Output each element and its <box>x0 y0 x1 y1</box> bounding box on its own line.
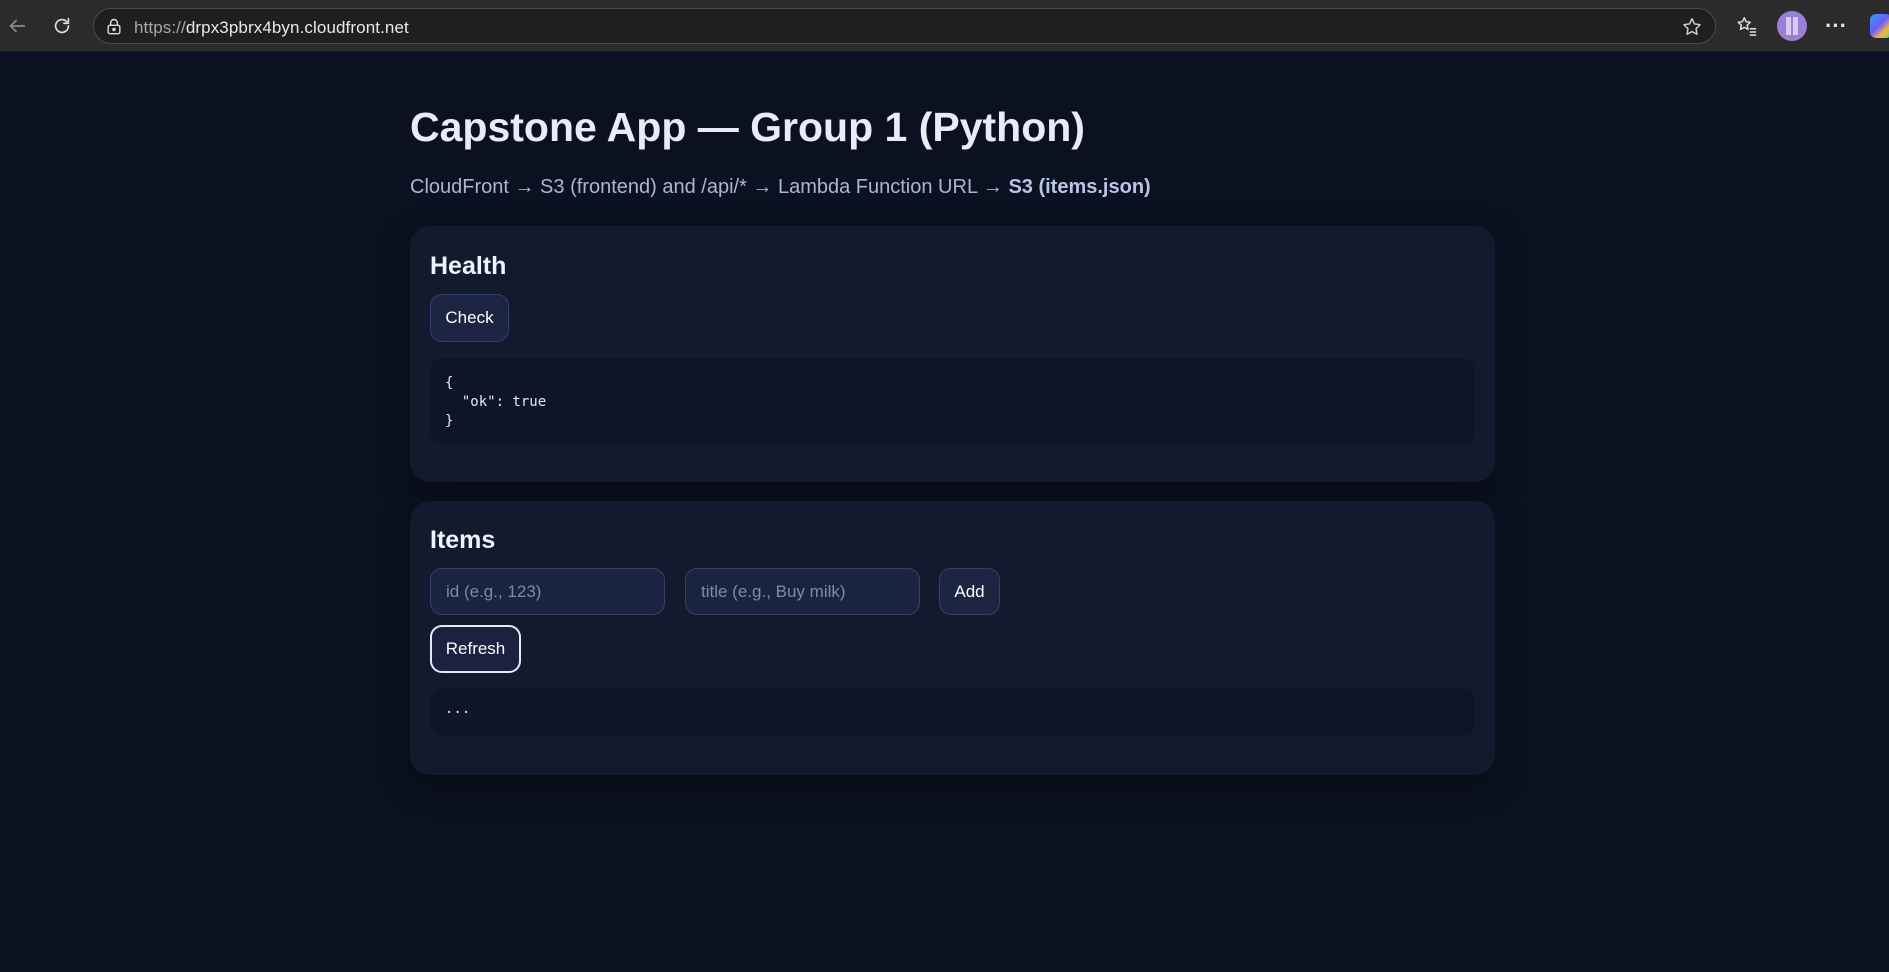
url-text: https://drpx3pbrx4byn.cloudfront.net <box>134 18 409 38</box>
refresh-button[interactable]: Refresh <box>430 625 521 673</box>
items-output: ... <box>430 688 1475 736</box>
url-host: drpx3pbrx4byn.cloudfront.net <box>185 18 409 37</box>
favorites-icon[interactable] <box>1733 12 1761 40</box>
page: Capstone App — Group 1 (Python) CloudFro… <box>0 52 1889 972</box>
items-heading: Items <box>430 526 496 554</box>
health-output: { "ok": true } <box>430 358 1475 444</box>
id-input[interactable] <box>430 568 665 615</box>
check-button[interactable]: Check <box>430 294 509 342</box>
subtitle-text: CloudFront → S3 (frontend) and /api/* → … <box>410 176 1009 198</box>
health-heading: Health <box>430 252 507 280</box>
back-icon[interactable] <box>3 12 31 40</box>
copilot-icon[interactable] <box>1870 14 1889 38</box>
add-button[interactable]: Add <box>939 568 1000 615</box>
page-subtitle: CloudFront → S3 (frontend) and /api/* → … <box>410 176 1151 199</box>
page-title: Capstone App — Group 1 (Python) <box>410 104 1085 150</box>
items-card: Items Add Refresh ... <box>410 501 1495 775</box>
address-bar[interactable]: https://drpx3pbrx4byn.cloudfront.net <box>93 8 1716 44</box>
star-icon[interactable] <box>1681 16 1703 38</box>
subtitle-bold: S3 (items.json) <box>1008 176 1151 198</box>
site-info-icon[interactable] <box>104 17 124 37</box>
profile-avatar[interactable] <box>1777 11 1807 41</box>
url-scheme: https:// <box>134 18 186 37</box>
reload-icon[interactable] <box>48 12 76 40</box>
more-icon[interactable]: ··· <box>1822 12 1850 40</box>
browser-toolbar: https://drpx3pbrx4byn.cloudfront.net ··· <box>0 0 1889 52</box>
health-card: Health Check { "ok": true } <box>410 226 1495 482</box>
title-input[interactable] <box>685 568 920 615</box>
